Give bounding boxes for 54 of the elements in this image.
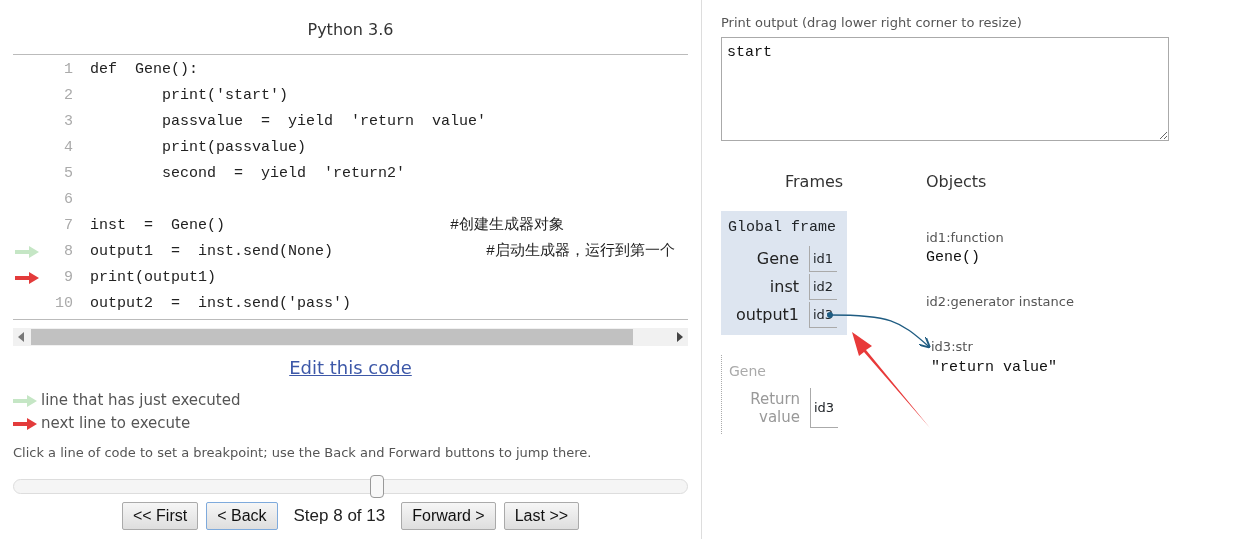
line-number: 7 [63,215,73,236]
legend-label: line that has just executed [41,390,241,412]
object-value: Gene() [926,248,981,268]
print-output-label: Print output (drag lower right corner to resize) [721,14,1023,32]
step-slider-handle[interactable] [370,474,385,498]
code-line[interactable]: passvalue = yield 'return value' [90,110,487,134]
object-value: "return value" [931,357,1059,378]
code-line[interactable]: print(output1) [90,266,217,290]
variable-name: output1 [735,304,800,326]
executed-line-arrow-icon [13,394,37,407]
code-title: Python 3.6 [306,19,395,41]
variable-name: inst [768,276,800,298]
reference-value: id2 [809,274,837,300]
step-button[interactable]: << First [121,501,199,530]
step-counter: Step 8 of 13 [292,504,387,527]
print-output-field[interactable]: start [721,36,1169,141]
next-line-arrow-icon [13,417,37,430]
reference-value: id3 [810,388,838,428]
edit-code-link[interactable]: Edit this code [289,357,412,378]
frame-name: Gene [728,362,767,381]
line-number: 8 [63,241,73,262]
step-button[interactable]: Last >> [503,501,580,530]
code-line[interactable]: inst = Gene() #创建生成器对象 [90,214,565,238]
horizontal-scrollbar[interactable] [13,328,688,346]
line-number: 2 [63,85,73,106]
line-number: 3 [63,111,73,132]
scroll-right-icon[interactable] [676,332,684,342]
code-line[interactable]: def Gene(): [90,58,199,82]
scroll-left-icon[interactable] [17,332,25,342]
scrollbar-thumb[interactable] [31,329,633,345]
code-line[interactable]: output1 = inst.send(None) #启动生成器，运行到第一个 [90,240,676,264]
line-number: 9 [63,267,73,288]
line-number: 1 [63,59,73,80]
code-line[interactable]: print('start') [90,84,289,108]
object-type-label: id3:str [931,338,974,356]
line-number: 6 [63,189,73,210]
legend-label: next line to execute [41,413,191,435]
object-type-label: id1:function [926,228,1005,247]
code-line[interactable]: print(passvalue) [90,136,307,160]
step-button[interactable]: Forward > [401,501,496,530]
variable-name: Return value [749,390,801,426]
object-type-label: id2:generator instance [926,292,1074,311]
step-button[interactable]: < Back [206,501,278,530]
frame-name: Global frame [727,217,838,238]
variable-name: Gene [755,248,800,270]
line-number: 4 [63,137,73,158]
code-line[interactable]: second = yield 'return2' [90,162,406,186]
line-number: 10 [54,293,73,314]
objects-heading: Objects [926,170,988,193]
code-line[interactable]: output2 = inst.send('pass') [90,292,352,316]
line-number: 5 [63,163,73,184]
reference-value: id1 [809,246,837,272]
frames-heading: Frames [784,170,845,193]
breakpoint-hint: Click a line of code to set a breakpoint; use the Back and Forward buttons to jump there. [13,444,593,462]
